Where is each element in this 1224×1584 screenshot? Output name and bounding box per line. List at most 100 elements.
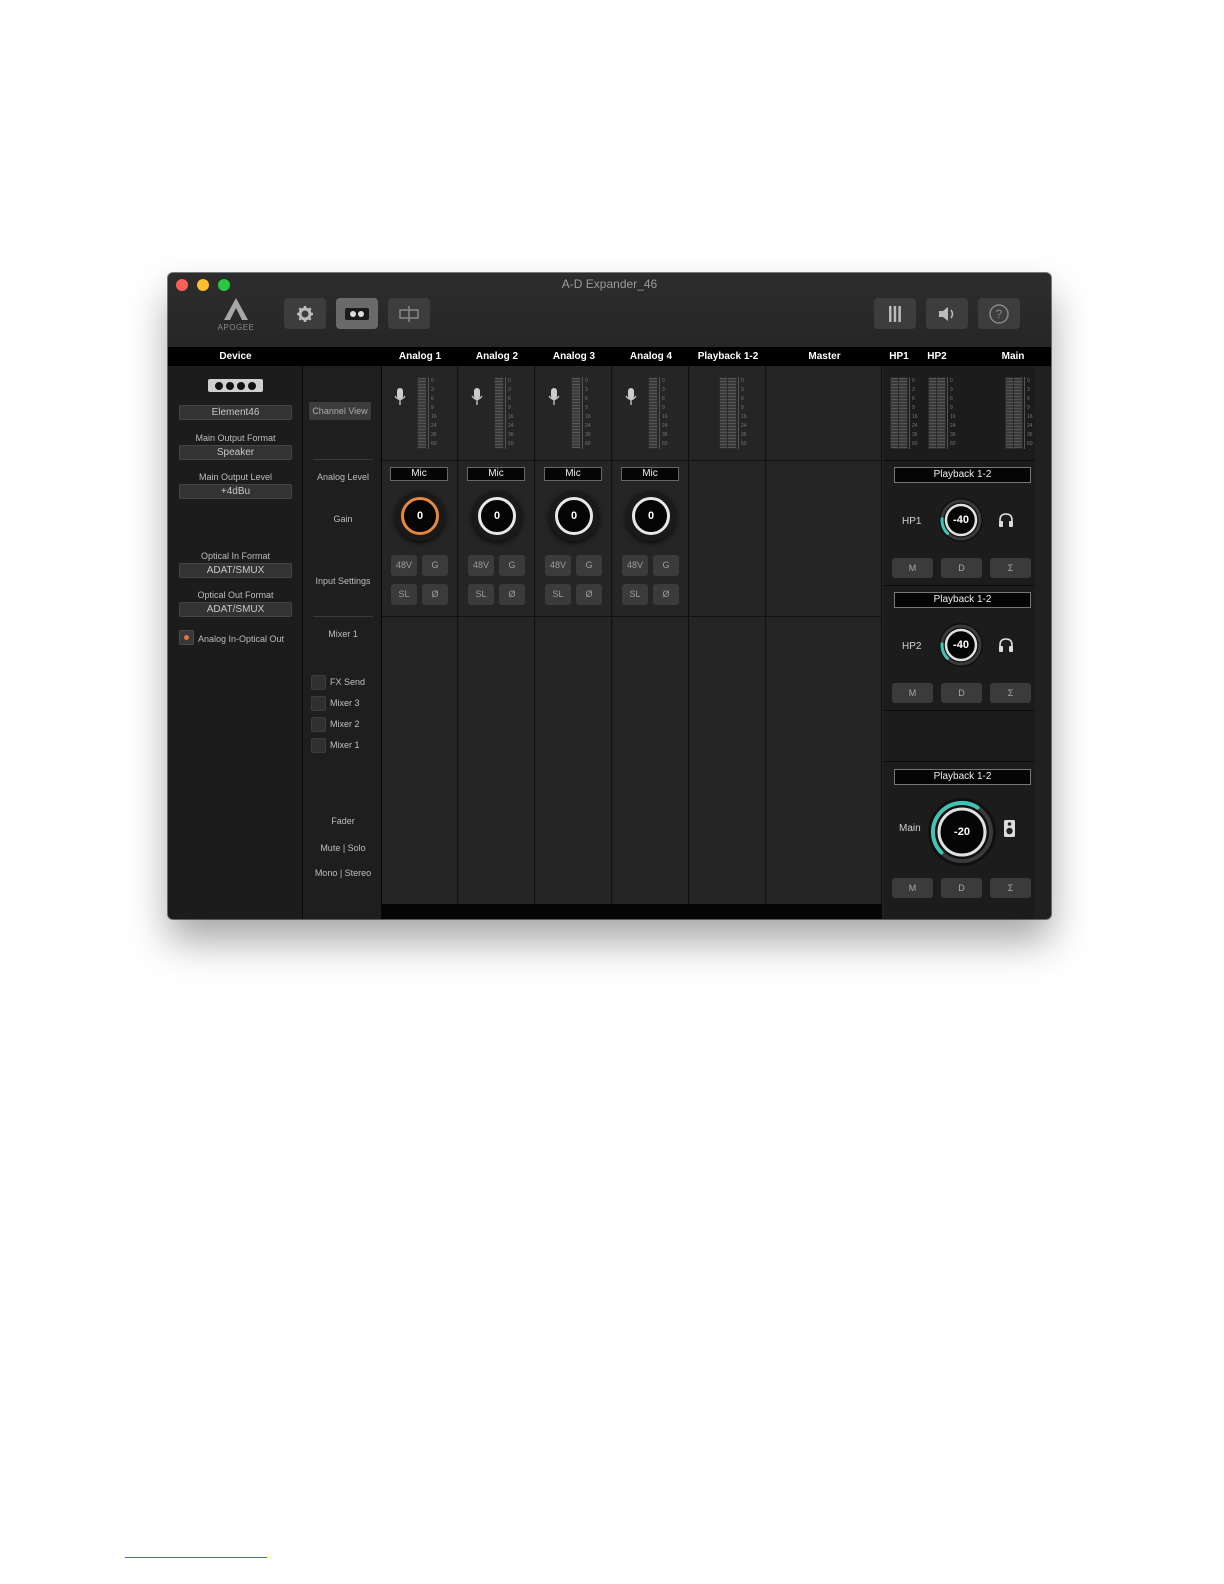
soft-limit-button[interactable]: SL — [391, 584, 417, 605]
help-button[interactable]: ? — [978, 298, 1020, 329]
meter-scale-label: 0 — [1027, 378, 1030, 384]
meter-scale-label: 3 — [662, 387, 665, 393]
meter-scale-label: 60 — [585, 441, 591, 447]
channel-strip-master — [767, 366, 882, 904]
soft-limit-button[interactable]: SL — [545, 584, 571, 605]
row-label-mixer: Mixer 1 — [328, 629, 358, 639]
meter-scale-label: 9 — [431, 405, 434, 411]
phase-button[interactable]: Ø — [422, 584, 448, 605]
phase-button[interactable]: Ø — [576, 584, 602, 605]
phase-button[interactable]: Ø — [499, 584, 525, 605]
channel-view-button[interactable]: Channel View — [309, 402, 371, 420]
hp2-mute-button[interactable]: M — [892, 683, 933, 703]
hp1-dim-button[interactable]: D — [941, 558, 982, 578]
analog-optical-label: Analog In-Optical Out — [198, 634, 285, 644]
row-label-mute-solo: Mute | Solo — [320, 843, 366, 853]
meter-scale: 0 3 6 9 16 24 36 60 — [428, 377, 438, 449]
input-source-select[interactable]: Mic — [390, 467, 448, 481]
playback-meter-right — [727, 377, 737, 449]
optical-out-format-label: Optical Out Format — [197, 590, 274, 600]
meter-scale-label: 0 — [741, 378, 744, 384]
mixer-view-button[interactable] — [336, 298, 378, 329]
hp1-mute-button[interactable]: M — [892, 558, 933, 578]
fx-send-label: FX Send — [330, 677, 366, 687]
soft-limit-button[interactable]: SL — [468, 584, 494, 605]
headphones-icon — [999, 513, 1013, 527]
row-label-fader: Fader — [331, 816, 355, 826]
input-source-select[interactable]: Mic — [621, 467, 679, 481]
main-output-format-label: Main Output Format — [195, 433, 276, 443]
mixer-1-toggle[interactable] — [311, 738, 326, 753]
gain-knob[interactable]: 0 — [626, 491, 676, 541]
meter-scale-label: 16 — [741, 414, 747, 420]
optical-in-format-select[interactable]: ADAT/SMUX — [179, 563, 292, 578]
main-sum-button[interactable]: Σ — [990, 878, 1031, 898]
mixer-2-toggle[interactable] — [311, 717, 326, 732]
hp2-level-knob[interactable]: -40 — [932, 620, 990, 670]
meter-scale-label: 36 — [431, 432, 437, 438]
hp2-dim-button[interactable]: D — [941, 683, 982, 703]
hp1-source-select[interactable]: Playback 1-2 — [894, 467, 1031, 483]
hp1-sum-button[interactable]: Σ — [990, 558, 1031, 578]
speaker-button[interactable] — [926, 298, 968, 329]
app-window: A-D Expander_46 APOGEE ? Device Analog 1… — [168, 273, 1051, 919]
settings-button[interactable] — [284, 298, 326, 329]
device-name-field[interactable]: Element46 — [179, 405, 292, 420]
outputs-separator — [884, 585, 1035, 586]
main-source-select[interactable]: Playback 1-2 — [894, 769, 1031, 785]
meter-scale-label: 36 — [950, 432, 956, 438]
meters-button[interactable] — [874, 298, 916, 329]
meter-scale-label: 0 — [585, 378, 588, 384]
gain-value: 0 — [401, 497, 439, 535]
input-source-select[interactable]: Mic — [467, 467, 525, 481]
mixer-3-toggle[interactable] — [311, 696, 326, 711]
gain-knob[interactable]: 0 — [395, 491, 445, 541]
meter-scale-label: 36 — [1027, 432, 1033, 438]
column-analog-4: Analog 4 — [629, 351, 673, 362]
title-bar: A-D Expander_46 APOGEE ? — [168, 273, 1051, 347]
device-interface-icon — [208, 379, 263, 392]
group-button[interactable]: G — [653, 555, 679, 576]
group-button[interactable]: G — [422, 555, 448, 576]
gain-knob[interactable]: 0 — [549, 491, 599, 541]
column-analog-2: Analog 2 — [475, 351, 519, 362]
group-button[interactable]: G — [576, 555, 602, 576]
fx-send-toggle[interactable] — [311, 675, 326, 690]
main-output-level-label: Main Output Level — [198, 472, 273, 482]
hp2-sum-button[interactable]: Σ — [990, 683, 1031, 703]
input-source-select[interactable]: Mic — [544, 467, 602, 481]
routing-view-button[interactable] — [388, 298, 430, 329]
logo-text: APOGEE — [217, 323, 255, 332]
optical-out-format-select[interactable]: ADAT/SMUX — [179, 602, 292, 617]
soft-limit-button[interactable]: SL — [622, 584, 648, 605]
main-mute-button[interactable]: M — [892, 878, 933, 898]
meter-scale: 0 3 6 9 16 24 36 60 — [738, 377, 748, 449]
mixer-3-label: Mixer 3 — [330, 698, 360, 708]
gain-knob[interactable]: 0 — [472, 491, 522, 541]
phantom-48v-button[interactable]: 48V — [468, 555, 494, 576]
meter-scale-label: 9 — [508, 405, 511, 411]
main-output-format-select[interactable]: Speaker — [179, 445, 292, 460]
hp1-level-knob[interactable]: -40 — [932, 495, 990, 545]
apogee-logo: APOGEE — [216, 297, 256, 333]
meter-scale-label: 6 — [585, 396, 588, 402]
speaker-icon — [939, 306, 954, 321]
main-output-level-select[interactable]: +4dBu — [179, 484, 292, 499]
main-dim-button[interactable]: D — [941, 878, 982, 898]
column-hp1: HP1 — [889, 351, 909, 362]
main-level-knob[interactable]: -20 — [926, 795, 998, 869]
phantom-48v-button[interactable]: 48V — [391, 555, 417, 576]
mic-icon — [548, 388, 560, 405]
analog-optical-radio[interactable] — [179, 630, 194, 645]
meter-scale-label: 3 — [585, 387, 588, 393]
phase-button[interactable]: Ø — [653, 584, 679, 605]
hp1-label: HP1 — [902, 516, 922, 527]
column-hp2: HP2 — [927, 351, 947, 362]
meter-scale: 0 3 6 9 16 24 36 60 — [659, 377, 669, 449]
phantom-48v-button[interactable]: 48V — [622, 555, 648, 576]
group-button[interactable]: G — [499, 555, 525, 576]
hp2-source-select[interactable]: Playback 1-2 — [894, 592, 1031, 608]
phantom-48v-button[interactable]: 48V — [545, 555, 571, 576]
meter-scale-label: 36 — [741, 432, 747, 438]
row-labels-panel — [304, 366, 382, 919]
